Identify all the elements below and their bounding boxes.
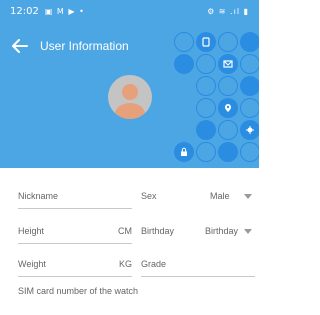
- decor-circle: [218, 142, 238, 162]
- location-circle: [218, 98, 238, 118]
- decor-circle: [240, 142, 259, 162]
- decor-circle: [174, 32, 194, 52]
- chevron-down-icon: [244, 229, 252, 234]
- weight-unit: KG: [119, 259, 133, 269]
- weight-label: Weight: [18, 259, 46, 269]
- chevron-down-icon: [244, 194, 252, 199]
- height-underline: [18, 243, 132, 244]
- weight-underline: [18, 276, 132, 277]
- sex-label: Sex: [141, 191, 157, 201]
- decor-circle: [240, 54, 259, 74]
- decor-circle: [196, 120, 216, 140]
- decor-circle: [196, 98, 216, 118]
- mail-circle: [218, 54, 238, 74]
- decor-circle: [218, 32, 238, 52]
- nickname-label: Nickname: [18, 191, 59, 201]
- lock-circle: [174, 142, 194, 162]
- alarm-circle: [240, 120, 259, 140]
- arrow-left-icon: [12, 39, 28, 53]
- decor-circle: [240, 76, 259, 96]
- decor-circle: [240, 32, 259, 52]
- nickname-underline: [18, 208, 132, 209]
- decor-circle: [174, 54, 194, 74]
- status-bar: 12:02 ▣ M ▶ • ⚙ ≋ .ıl ▮: [0, 0, 259, 22]
- back-button[interactable]: [0, 32, 40, 60]
- height-label: Height: [18, 226, 45, 236]
- height-unit: CM: [118, 226, 132, 236]
- notification-icons: ▣ M ▶ •: [44, 6, 85, 16]
- decor-circle: [196, 76, 216, 96]
- decor-circle: [196, 54, 216, 74]
- decor-circle: [218, 76, 238, 96]
- status-time: 12:02: [10, 5, 39, 17]
- decor-circle: [218, 120, 238, 140]
- avatar[interactable]: [108, 75, 152, 119]
- system-status-icons: ⚙ ≋ .ıl ▮: [207, 6, 249, 16]
- sex-value: Male: [210, 191, 230, 201]
- decor-circle: [196, 142, 216, 162]
- watch-circle: [196, 32, 216, 52]
- avatar-head: [122, 84, 138, 100]
- sim-label: SIM card number of the watch: [18, 286, 139, 296]
- grade-underline: [141, 276, 255, 277]
- avatar-body: [115, 103, 145, 119]
- header: 12:02 ▣ M ▶ • ⚙ ≋ .ıl ▮ User Information: [0, 0, 259, 168]
- decor-circle: [240, 98, 259, 118]
- page-title: User Information: [40, 39, 129, 53]
- birthday-label: Birthday: [141, 226, 175, 236]
- grade-label: Grade: [141, 259, 167, 269]
- birthday-value: Birthday: [205, 226, 239, 236]
